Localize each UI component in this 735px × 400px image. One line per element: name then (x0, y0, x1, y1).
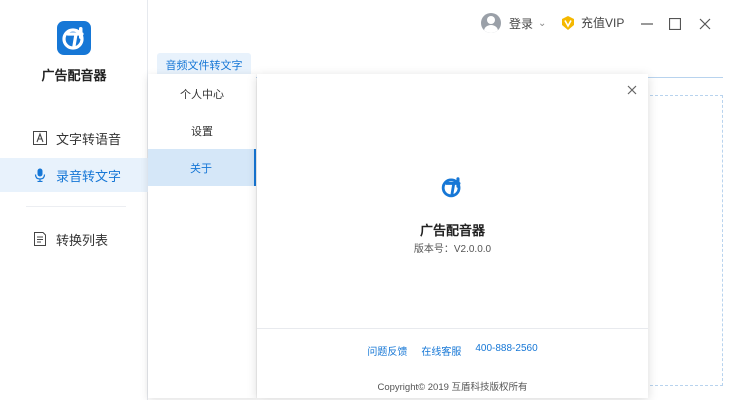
login-button[interactable]: 登录 ⌄ (481, 13, 546, 33)
menu-item-settings[interactable]: 设置 (148, 112, 256, 149)
vip-recharge-button[interactable]: 充值VIP (560, 14, 624, 31)
sidebar-item-text-to-speech[interactable]: 文字转语音 (0, 121, 148, 155)
copyright-text: Copyright© 2019 互盾科技版权所有 (377, 382, 528, 393)
avatar (481, 13, 501, 33)
sidebar-item-conversion-list[interactable]: 转换列表 (0, 222, 148, 256)
maximize-icon (669, 18, 681, 30)
menu-item-about[interactable]: 关于 (148, 149, 256, 186)
sidebar-divider (26, 206, 126, 207)
app-name: 广告配音器 (41, 68, 107, 83)
about-app-name: 广告配音器 (419, 223, 485, 238)
microphone-icon (33, 168, 47, 182)
sidebar-item-label: 转换列表 (56, 232, 109, 248)
menu-item-personal-center[interactable]: 个人中心 (148, 75, 256, 112)
version-label: 版本号：V2.0.0.0 (413, 244, 492, 255)
close-icon (627, 85, 637, 95)
vip-badge-icon (562, 15, 574, 30)
tab-audio-to-text[interactable]: 音频文件转文字 (157, 53, 251, 76)
close-window-button[interactable] (693, 12, 717, 36)
app-logo-icon (57, 21, 91, 55)
minimize-icon (641, 23, 653, 25)
dialog-divider (257, 328, 648, 329)
close-icon (699, 18, 711, 30)
maximize-button[interactable] (663, 12, 687, 36)
feedback-link[interactable]: 问题反馈 (367, 343, 407, 358)
about-dialog: 广告配音器 版本号：V2.0.0.0 问题反馈 在线客服 400-888-256… (257, 74, 648, 398)
chevron-down-icon: ⌄ (538, 17, 547, 29)
sidebar-item-speech-to-text[interactable]: 录音转文字 (0, 158, 148, 192)
text-a-icon (33, 131, 47, 145)
list-doc-icon (33, 232, 47, 246)
dialog-close-button[interactable] (624, 82, 640, 98)
sidebar-item-label: 录音转文字 (56, 168, 122, 184)
phone-link[interactable]: 400-888-2560 (475, 343, 537, 358)
app-logo-icon (437, 172, 467, 202)
user-dropdown-menu: 个人中心 设置 关于 (148, 74, 256, 398)
dialog-links: 问题反馈 在线客服 400-888-2560 (257, 343, 648, 358)
login-label: 登录 (509, 16, 534, 31)
online-service-link[interactable]: 在线客服 (421, 343, 461, 358)
sidebar-item-label: 文字转语音 (56, 131, 122, 147)
sidebar: 广告配音器 文字转语音 录音转文字 转换列表 (0, 0, 148, 400)
minimize-button[interactable] (635, 12, 659, 36)
vip-label: 充值VIP (581, 16, 625, 30)
